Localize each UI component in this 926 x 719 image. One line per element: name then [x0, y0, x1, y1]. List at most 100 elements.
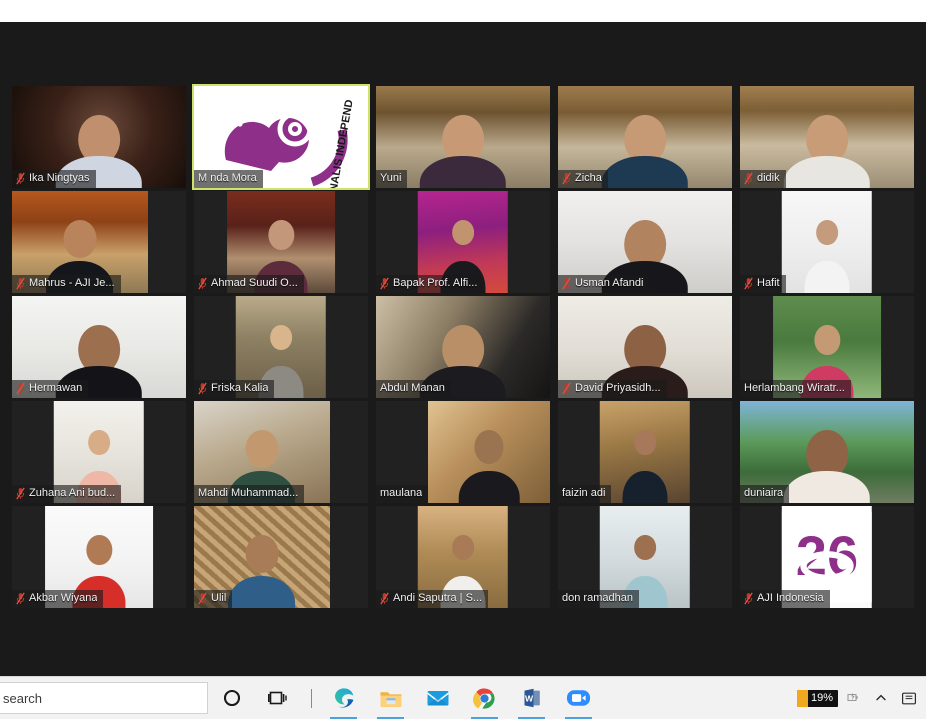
participant-silhouette [787, 115, 867, 188]
participant-name-bar: faizin adi [558, 485, 612, 503]
participant-name-bar: Herlambang Wiratr... [740, 380, 851, 398]
participant-tile[interactable]: duniaira [740, 401, 914, 503]
participant-name-bar: Ahmad Suudi O... [194, 275, 304, 293]
participant-name-label: Zicha [575, 172, 602, 184]
participant-silhouette [461, 430, 517, 503]
participant-name-label: M nda Mora [198, 172, 257, 184]
participant-tile[interactable]: Zuhana Ani bud... [12, 401, 186, 503]
mic-muted-icon [744, 592, 753, 605]
mic-muted-icon [380, 592, 389, 605]
participant-name-label: Akbar Wiyana [29, 592, 98, 604]
participant-name-label: didik [757, 172, 780, 184]
participant-tile[interactable]: Mahdi Muhammad... [194, 401, 368, 503]
window-top-strip [0, 0, 926, 22]
zoom-icon[interactable] [555, 677, 602, 719]
participant-tile[interactable]: Bapak Prof. Alfi... [376, 191, 550, 293]
participant-name-bar: David Priyasidh... [558, 380, 667, 398]
mic-muted-icon [744, 277, 753, 290]
participant-silhouette [423, 115, 503, 188]
participant-name-bar: Ulil [194, 590, 233, 608]
mic-muted-icon [16, 592, 25, 605]
battery-icon[interactable] [840, 677, 866, 719]
participant-name-label: faizin adi [562, 487, 606, 499]
taskbar-search-input[interactable]: search [0, 682, 208, 714]
chrome-icon[interactable] [461, 677, 508, 719]
participant-tile[interactable]: RNALIS INDEPEND M nda Mora [192, 84, 370, 190]
participant-name-bar: Bapak Prof. Alfi... [376, 275, 484, 293]
participant-tile[interactable]: faizin adi [558, 401, 732, 503]
participant-name-bar: Andi Saputra | S... [376, 590, 489, 608]
participant-tile[interactable]: Hermawan [12, 296, 186, 398]
file-explorer-icon[interactable] [367, 677, 414, 719]
participant-name-label: Bapak Prof. Alfi... [393, 277, 478, 289]
battery-fill-indicator [796, 689, 808, 707]
participant-tile[interactable]: David Priyasidh... [558, 296, 732, 398]
participant-tile[interactable]: Hafit [740, 191, 914, 293]
mic-muted-icon [198, 382, 207, 395]
participant-tile[interactable]: didik [740, 86, 914, 188]
participant-tile[interactable]: Zicha [558, 86, 732, 188]
participant-tile[interactable]: Friska Kalia [194, 296, 368, 398]
participant-name-bar: Akbar Wiyana [12, 590, 104, 608]
participant-name-bar: Yuni [376, 170, 408, 188]
participant-silhouette [806, 220, 848, 293]
participant-name-bar: M nda Mora [194, 170, 263, 188]
participant-tile[interactable]: Yuni [376, 86, 550, 188]
zoom-gallery-stage: Ika Ningtyas RNALIS INDEPEND M nda Mora Yun… [0, 22, 926, 676]
participant-tile[interactable]: 26 AJI Indonesia [740, 506, 914, 608]
participant-name-label: Yuni [380, 172, 402, 184]
participant-name-bar: Usman Afandi [558, 275, 650, 293]
participant-video [428, 401, 550, 503]
participant-video [599, 401, 691, 503]
cortana-icon[interactable] [208, 677, 255, 719]
mic-muted-icon [380, 277, 389, 290]
participant-name-label: Ika Ningtyas [29, 172, 90, 184]
participant-tile[interactable]: Abdul Manan [376, 296, 550, 398]
participant-name-bar: Zicha [558, 170, 608, 188]
participant-silhouette [231, 535, 293, 608]
participant-name-label: Ahmad Suudi O... [211, 277, 298, 289]
mic-muted-icon [562, 277, 571, 290]
participant-name-bar: Mahrus - AJI Je... [12, 275, 121, 293]
participant-tile[interactable]: Herlambang Wiratr... [740, 296, 914, 398]
mail-icon[interactable] [414, 677, 461, 719]
search-input-value: search [3, 690, 43, 706]
participant-tile[interactable]: Ahmad Suudi O... [194, 191, 368, 293]
participant-name-label: Zuhana Ani bud... [29, 487, 116, 499]
participant-tile[interactable]: Akbar Wiyana [12, 506, 186, 608]
participant-name-bar: didik [740, 170, 786, 188]
participant-name-bar: Friska Kalia [194, 380, 275, 398]
battery-status-badge[interactable]: 19% [796, 689, 838, 707]
participant-name-bar: Abdul Manan [376, 380, 451, 398]
participant-tile[interactable]: Andi Saputra | S... [376, 506, 550, 608]
mic-muted-icon [198, 592, 207, 605]
participant-name-label: maulana [380, 487, 423, 499]
show-hidden-icons-icon[interactable] [868, 677, 894, 719]
participant-tile[interactable]: Mahrus - AJI Je... [12, 191, 186, 293]
participant-name-label: Andi Saputra | S... [393, 592, 483, 604]
edge-icon[interactable] [320, 677, 367, 719]
participant-tile[interactable]: Usman Afandi [558, 191, 732, 293]
participant-name-bar: Ika Ningtyas [12, 170, 96, 188]
taskbar-icon-strip: W [208, 677, 602, 719]
participant-name-bar: Hermawan [12, 380, 89, 398]
participant-name-bar: maulana [376, 485, 429, 503]
participant-name-label: AJI Indonesia [757, 592, 824, 604]
task-view-icon[interactable] [255, 677, 302, 719]
participant-name-bar: Hafit [740, 275, 786, 293]
action-center-icon[interactable] [896, 677, 922, 719]
participant-video [781, 191, 873, 293]
participant-name-bar: don ramadhan [558, 590, 639, 608]
word-icon[interactable]: W [508, 677, 555, 719]
windows-taskbar: search W 19% [0, 676, 926, 719]
participant-name-label: don ramadhan [562, 592, 633, 604]
participant-name-label: Herlambang Wiratr... [744, 382, 845, 394]
participant-tile[interactable]: Ulil [194, 506, 368, 608]
participant-tile[interactable]: don ramadhan [558, 506, 732, 608]
mic-muted-icon [16, 487, 25, 500]
participant-name-label: Abdul Manan [380, 382, 445, 394]
participant-tile[interactable]: maulana [376, 401, 550, 503]
participant-name-label: David Priyasidh... [575, 382, 661, 394]
participant-name-label: Mahdi Muhammad... [198, 487, 299, 499]
participant-tile[interactable]: Ika Ningtyas [12, 86, 186, 188]
